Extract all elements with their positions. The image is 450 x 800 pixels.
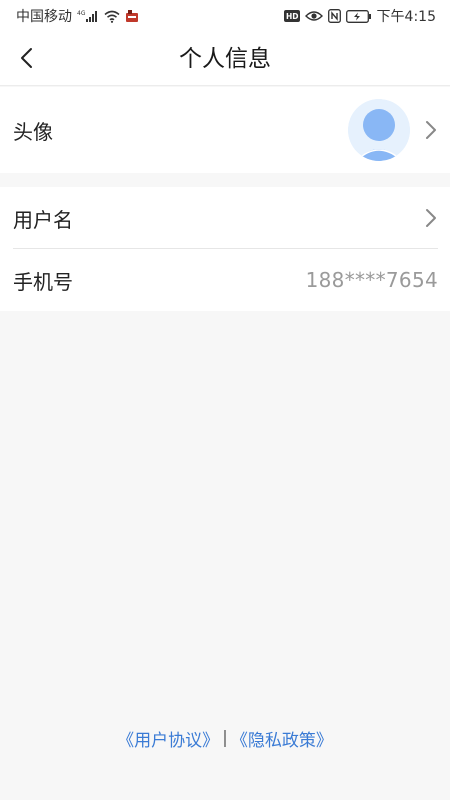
info-card: 用户名 手机号 188****7654 bbox=[0, 187, 450, 311]
username-label: 用户名 bbox=[13, 207, 73, 232]
footer-separator: | bbox=[222, 728, 228, 748]
user-agreement-link[interactable]: 《用户协议》 bbox=[117, 726, 219, 751]
svg-text:HD: HD bbox=[286, 12, 299, 21]
battery-charging-icon bbox=[345, 9, 372, 23]
footer: 《用户协议》 | 《隐私政策》 bbox=[0, 724, 450, 752]
back-button[interactable] bbox=[10, 42, 42, 74]
phone-row: 手机号 188****7654 bbox=[0, 249, 450, 311]
svg-text:4G: 4G bbox=[77, 10, 86, 17]
eye-icon bbox=[304, 10, 323, 22]
avatar-card: 头像 bbox=[0, 87, 450, 173]
chevron-right-icon bbox=[424, 207, 438, 229]
chevron-right-icon bbox=[424, 119, 438, 141]
wifi-icon bbox=[104, 10, 120, 23]
phone-value: 188****7654 bbox=[305, 268, 438, 292]
status-bar: 中国移动 4G HD 下午4:15 bbox=[0, 0, 450, 32]
signal-icon: 4G bbox=[77, 9, 99, 23]
avatar-label: 头像 bbox=[13, 119, 53, 144]
chevron-left-icon bbox=[21, 48, 32, 68]
status-right: HD 下午4:15 bbox=[283, 6, 436, 26]
status-left: 中国移动 4G bbox=[16, 6, 139, 26]
avatar-row[interactable]: 头像 bbox=[0, 87, 450, 173]
privacy-policy-link[interactable]: 《隐私政策》 bbox=[231, 726, 333, 751]
page-title: 个人信息 bbox=[179, 46, 271, 72]
app-notification-icon bbox=[125, 9, 139, 23]
status-time: 下午4:15 bbox=[376, 9, 436, 25]
username-row[interactable]: 用户名 bbox=[0, 187, 450, 249]
nfc-icon bbox=[327, 9, 341, 23]
phone-label: 手机号 bbox=[13, 269, 73, 294]
hd-icon: HD bbox=[283, 10, 300, 22]
carrier-name: 中国移动 bbox=[16, 9, 72, 25]
header: 个人信息 bbox=[0, 32, 450, 86]
user-avatar-icon[interactable] bbox=[348, 99, 410, 161]
